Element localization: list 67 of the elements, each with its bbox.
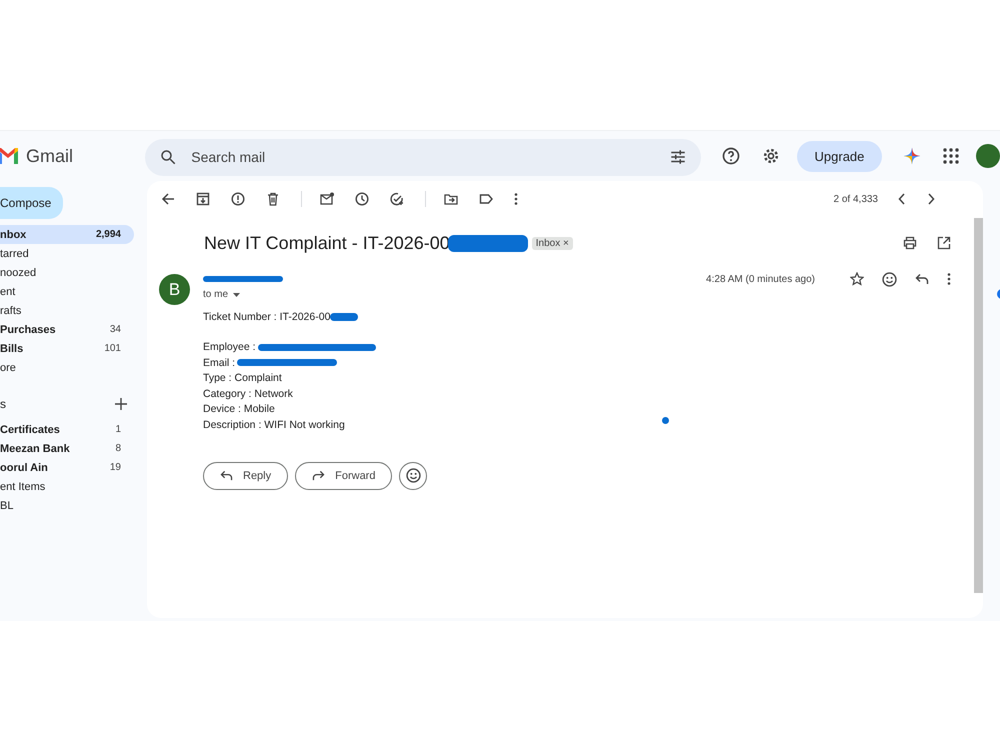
reply-button[interactable]: Reply bbox=[203, 462, 288, 490]
emoji-icon[interactable] bbox=[882, 272, 897, 286]
folder-item[interactable]: Bills 101 bbox=[0, 339, 134, 358]
search-icon bbox=[159, 148, 178, 166]
compose-button[interactable]: Compose bbox=[0, 187, 63, 219]
apps-icon[interactable] bbox=[942, 147, 960, 165]
emoji-button[interactable] bbox=[399, 462, 428, 490]
more-icon[interactable] bbox=[947, 272, 951, 286]
pager-text: 2 of 4,333 bbox=[834, 194, 878, 204]
label-item[interactable]: ent Items bbox=[0, 477, 134, 496]
sender-avatar: B bbox=[159, 274, 190, 305]
next-icon[interactable] bbox=[927, 193, 935, 205]
body-line: Employee : bbox=[203, 341, 256, 354]
more-icon[interactable] bbox=[514, 192, 518, 206]
clock-icon[interactable] bbox=[355, 192, 369, 206]
back-arrow-icon[interactable] bbox=[161, 192, 175, 206]
add-task-icon[interactable] bbox=[390, 192, 404, 206]
help-icon[interactable] bbox=[720, 146, 741, 166]
body-line: Description : WIFI Not working bbox=[203, 418, 345, 431]
star-icon[interactable] bbox=[850, 272, 864, 286]
folder-item[interactable]: ore bbox=[0, 358, 134, 377]
print-icon[interactable] bbox=[903, 236, 917, 250]
redaction-mark bbox=[330, 312, 358, 321]
upgrade-button[interactable]: Upgrade bbox=[796, 140, 882, 172]
cursor-dot bbox=[662, 417, 669, 424]
labels-heading: s bbox=[0, 397, 6, 411]
trash-icon[interactable] bbox=[266, 192, 280, 206]
folder-item[interactable]: tarred bbox=[0, 244, 134, 263]
reply-icon[interactable] bbox=[915, 273, 929, 285]
scrollbar[interactable] bbox=[974, 218, 983, 593]
label-item[interactable]: oorul Ain 19 bbox=[0, 458, 134, 477]
forward-button[interactable]: Forward bbox=[295, 462, 392, 490]
folder-item[interactable]: noozed bbox=[0, 263, 134, 282]
emoji-icon bbox=[406, 468, 421, 483]
new-window-icon[interactable] bbox=[937, 236, 951, 250]
folder-item[interactable]: rafts bbox=[0, 301, 134, 320]
account-avatar[interactable] bbox=[976, 144, 1000, 168]
body-line: Type : Complaint bbox=[203, 372, 282, 384]
add-icon[interactable] bbox=[115, 398, 127, 410]
report-icon[interactable] bbox=[231, 192, 245, 206]
folder-item[interactable]: Purchases 34 bbox=[0, 320, 134, 339]
inbox-tag: Inbox × bbox=[532, 236, 573, 250]
label-item[interactable]: BL bbox=[0, 496, 134, 515]
folder-item[interactable]: ent bbox=[0, 282, 134, 301]
reply-icon bbox=[220, 470, 233, 481]
label-item[interactable]: Certificates 1 bbox=[0, 420, 134, 439]
filter-icon[interactable] bbox=[668, 148, 687, 166]
previous-icon[interactable] bbox=[898, 193, 906, 205]
body-line: Email : bbox=[203, 356, 236, 369]
email-subject: New IT Complaint - IT-2026-00 bbox=[204, 232, 450, 254]
app-name: Gmail bbox=[26, 146, 74, 166]
search-field[interactable]: Search mail bbox=[189, 148, 657, 166]
tag-remove[interactable]: × bbox=[563, 238, 569, 248]
body-line: Device : Mobile bbox=[203, 403, 275, 416]
forward-icon bbox=[312, 470, 326, 481]
move-folder-icon[interactable] bbox=[444, 192, 458, 206]
archive-icon[interactable] bbox=[196, 192, 210, 206]
folder-item[interactable]: nbox 2,994 bbox=[0, 225, 134, 244]
label-item[interactable]: Meezan Bank 8 bbox=[0, 439, 134, 458]
search-bar[interactable]: Search mail bbox=[145, 138, 701, 176]
message-time: 4:28 AM (0 minutes ago) bbox=[706, 274, 815, 284]
dropdown-caret-icon[interactable] bbox=[233, 292, 240, 296]
label-icon[interactable] bbox=[479, 192, 493, 206]
body-line: Ticket Number : IT-2026-00 bbox=[203, 310, 330, 323]
recipient-text: to me bbox=[203, 289, 228, 300]
gmail-logo-icon bbox=[0, 148, 18, 164]
body-line: Category : Network bbox=[203, 388, 293, 400]
